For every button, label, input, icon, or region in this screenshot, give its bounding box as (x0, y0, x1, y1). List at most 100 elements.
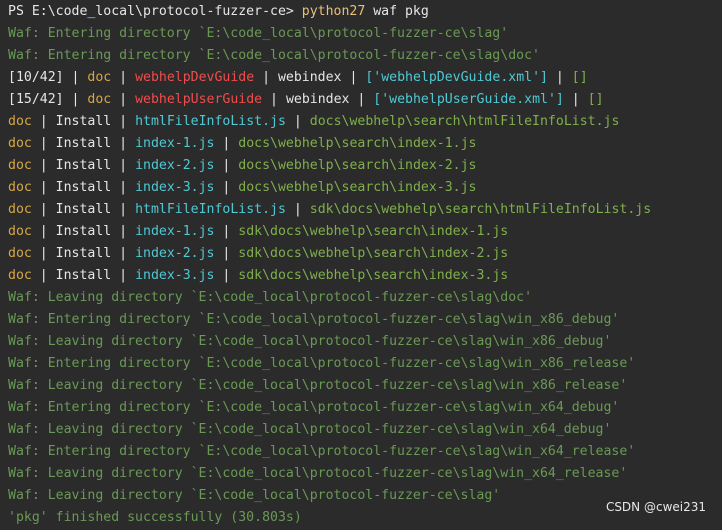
terminal-text: Waf: Entering directory `E:\code_local\p… (8, 444, 636, 459)
terminal-text: sdk\docs\webhelp\search\htmlFileInfoList… (309, 202, 652, 217)
terminal-text: index-2.js (135, 158, 215, 173)
terminal-line: Waf: Entering directory `E:\code_local\p… (8, 397, 619, 419)
terminal-text: webhelpUserGuide (135, 92, 263, 107)
terminal-text: index-3.js (135, 180, 215, 195)
terminal-text: Waf: Leaving directory `E:\code_local\pr… (8, 488, 501, 503)
terminal-line: Waf: Leaving directory `E:\code_local\pr… (8, 331, 611, 353)
terminal-line: doc | Install | index-2.js | docs\webhel… (8, 155, 476, 177)
terminal-text: Waf: Entering directory `E:\code_local\p… (8, 48, 540, 63)
terminal-text: | (111, 224, 136, 239)
terminal-text: | (285, 202, 310, 217)
terminal-text: | (111, 70, 136, 85)
terminal-line: doc | Install | index-2.js | sdk\docs\we… (8, 243, 508, 265)
terminal-text: | (111, 114, 136, 129)
terminal-text: Waf: Leaving directory `E:\code_local\pr… (8, 466, 628, 481)
terminal-text: | (214, 180, 239, 195)
terminal-text: | (349, 92, 374, 107)
terminal-line: doc | Install | index-3.js | sdk\docs\we… (8, 265, 508, 287)
terminal-line: Waf: Entering directory `E:\code_local\p… (8, 441, 635, 463)
terminal-text: doc (8, 180, 32, 195)
terminal-text: | (31, 180, 56, 195)
terminal-text: | (111, 158, 136, 173)
terminal-text: | (214, 268, 239, 283)
terminal-text: index-3.js (135, 268, 215, 283)
terminal-text: | (63, 92, 88, 107)
terminal-line: Waf: Entering directory `E:\code_local\p… (8, 45, 540, 67)
terminal-text: | (214, 246, 239, 261)
terminal-text: | (341, 70, 366, 85)
terminal-text: Install (55, 158, 112, 173)
terminal-text: 'pkg' finished successfully (30.803s) (8, 510, 302, 525)
terminal-line: Waf: Entering directory `E:\code_local\p… (8, 23, 508, 45)
terminal-text: Waf: Leaving directory `E:\code_local\pr… (8, 422, 612, 437)
terminal-text: | (111, 136, 136, 151)
terminal-text: doc (87, 92, 112, 107)
terminal-line: Waf: Entering directory `E:\code_local\p… (8, 353, 635, 375)
terminal-text: docs\webhelp\search\index-1.js (238, 136, 477, 151)
terminal-text: | (111, 92, 136, 107)
terminal-text: Waf: Leaving directory `E:\code_local\pr… (8, 378, 628, 393)
terminal-line: Waf: Leaving directory `E:\code_local\pr… (8, 287, 532, 309)
terminal-text: Install (55, 224, 112, 239)
terminal-text: | (254, 70, 278, 85)
terminal-text: Install (55, 136, 112, 151)
terminal-text: Waf: Leaving directory `E:\code_local\pr… (8, 290, 533, 305)
terminal-text: [] (571, 70, 588, 85)
terminal-text: | (31, 114, 56, 129)
terminal-text: webhelpDevGuide (135, 70, 255, 85)
terminal-text: | (31, 246, 56, 261)
terminal-text: doc (8, 268, 32, 283)
terminal-text: PS E:\code_local\protocol-fuzzer-ce> (8, 4, 302, 19)
terminal-text: doc (8, 246, 32, 261)
terminal-text: | (111, 180, 136, 195)
terminal-text: ['webhelpUserGuide.xml'] (373, 92, 564, 107)
terminal-text: | (563, 92, 588, 107)
terminal-text: | (262, 92, 286, 107)
terminal-text: | (214, 224, 239, 239)
terminal-text: docs\webhelp\search\index-3.js (238, 180, 477, 195)
terminal-text: index-1.js (135, 136, 215, 151)
terminal-text: index-1.js (135, 224, 215, 239)
terminal-text: Install (55, 268, 112, 283)
terminal-text: webindex (285, 92, 350, 107)
terminal-text: Waf: Entering directory `E:\code_local\p… (8, 26, 509, 41)
terminal-text: | (111, 268, 136, 283)
terminal-text: sdk\docs\webhelp\search\index-2.js (238, 246, 509, 261)
terminal-text: | (31, 202, 56, 217)
terminal-text: [] (587, 92, 604, 107)
terminal-text: webindex (277, 70, 342, 85)
terminal-line: doc | Install | index-1.js | sdk\docs\we… (8, 221, 508, 243)
terminal-text: [10/42] (8, 70, 64, 85)
terminal-line: Waf: Entering directory `E:\code_local\p… (8, 309, 619, 331)
terminal-text: Install (55, 114, 112, 129)
terminal-text: | (214, 158, 239, 173)
terminal-line: [10/42] | doc | webhelpDevGuide | webind… (8, 67, 588, 89)
terminal-line: Waf: Leaving directory `E:\code_local\pr… (8, 485, 500, 507)
terminal-text: htmlFileInfoList.js (135, 202, 286, 217)
terminal-line: doc | Install | htmlFileInfoList.js | do… (8, 111, 619, 133)
terminal-line: doc | Install | htmlFileInfoList.js | sd… (8, 199, 651, 221)
terminal-line: PS E:\code_local\protocol-fuzzer-ce> pyt… (8, 1, 429, 23)
terminal-text: | (547, 70, 572, 85)
terminal-text: doc (8, 114, 32, 129)
terminal-text: python27 (301, 4, 366, 19)
terminal-text: docs\webhelp\search\htmlFileInfoList.js (309, 114, 620, 129)
terminal-line: Waf: Leaving directory `E:\code_local\pr… (8, 463, 627, 485)
watermark: CSDN @cwei231 (605, 500, 706, 514)
terminal-text: ['webhelpDevGuide.xml'] (365, 70, 548, 85)
terminal-line: doc | Install | index-1.js | docs\webhel… (8, 133, 476, 155)
terminal-text: Waf: Leaving directory `E:\code_local\pr… (8, 334, 612, 349)
terminal-text: index-2.js (135, 246, 215, 261)
terminal-text: Waf: Entering directory `E:\code_local\p… (8, 312, 620, 327)
terminal-text: docs\webhelp\search\index-2.js (238, 158, 477, 173)
terminal-text: [15/42] (8, 92, 64, 107)
terminal-text: doc (8, 136, 32, 151)
terminal-text: | (214, 136, 239, 151)
terminal-text: doc (8, 202, 32, 217)
terminal-text: | (31, 158, 56, 173)
terminal-output[interactable]: PS E:\code_local\protocol-fuzzer-ce> pyt… (0, 0, 722, 530)
terminal-text: | (111, 202, 136, 217)
terminal-text: | (31, 136, 56, 151)
terminal-text: doc (8, 158, 32, 173)
terminal-line: Waf: Leaving directory `E:\code_local\pr… (8, 375, 627, 397)
